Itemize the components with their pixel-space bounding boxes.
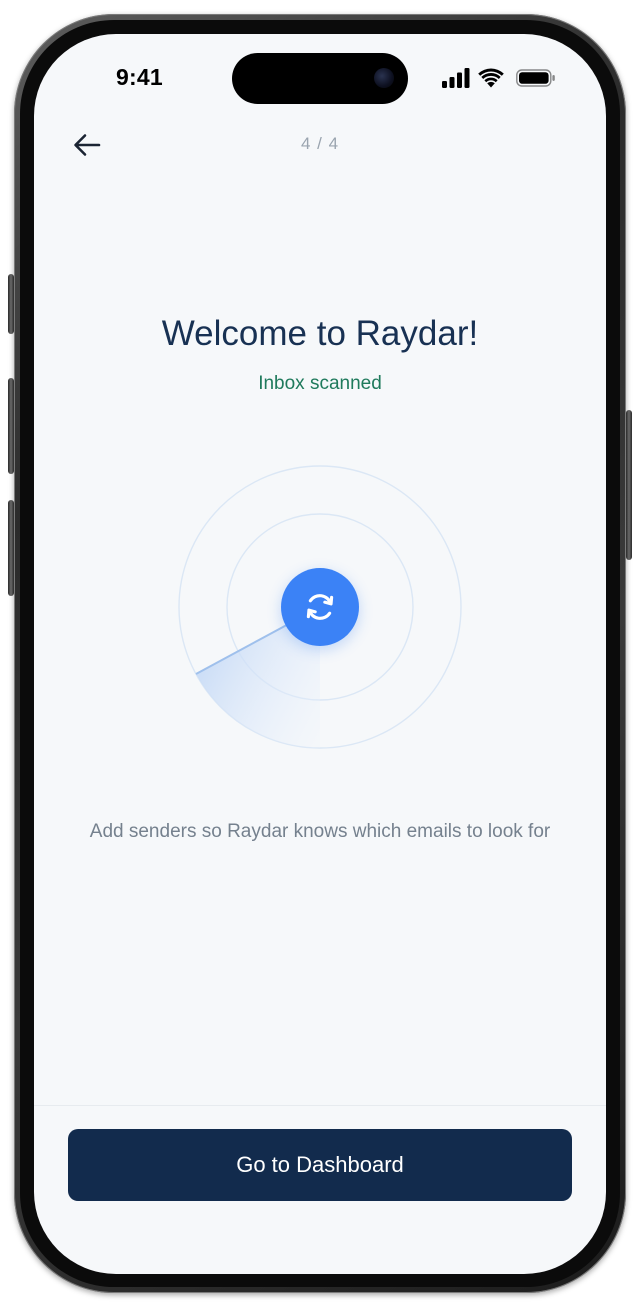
power-button bbox=[626, 410, 632, 560]
status-bar: 9:41 bbox=[34, 34, 606, 124]
go-to-dashboard-button[interactable]: Go to Dashboard bbox=[68, 1129, 572, 1201]
volume-down-button bbox=[8, 500, 14, 596]
action-button bbox=[8, 274, 14, 334]
top-nav: 4 / 4 bbox=[34, 124, 606, 164]
app-screen: 9:41 4 / 4 Welcome to Raydar! Inbox scan… bbox=[34, 34, 606, 1274]
radar-animation bbox=[34, 454, 606, 764]
page-title: Welcome to Raydar! bbox=[161, 314, 479, 353]
footer-divider bbox=[34, 1105, 606, 1106]
volume-up-button bbox=[8, 378, 14, 474]
cellular-signal-icon bbox=[442, 68, 470, 88]
battery-icon bbox=[516, 69, 555, 87]
status-icons bbox=[442, 68, 556, 88]
sync-icon bbox=[306, 594, 334, 620]
front-camera bbox=[374, 68, 394, 88]
step-indicator: 4 / 4 bbox=[300, 134, 340, 153]
onboarding-description: Add senders so Raydar knows which emails… bbox=[89, 821, 551, 842]
scan-status: Inbox scanned bbox=[258, 373, 382, 394]
scan-button[interactable] bbox=[281, 568, 359, 646]
wifi-icon bbox=[478, 68, 504, 88]
status-time: 9:41 bbox=[116, 64, 163, 90]
dynamic-island bbox=[232, 53, 408, 104]
